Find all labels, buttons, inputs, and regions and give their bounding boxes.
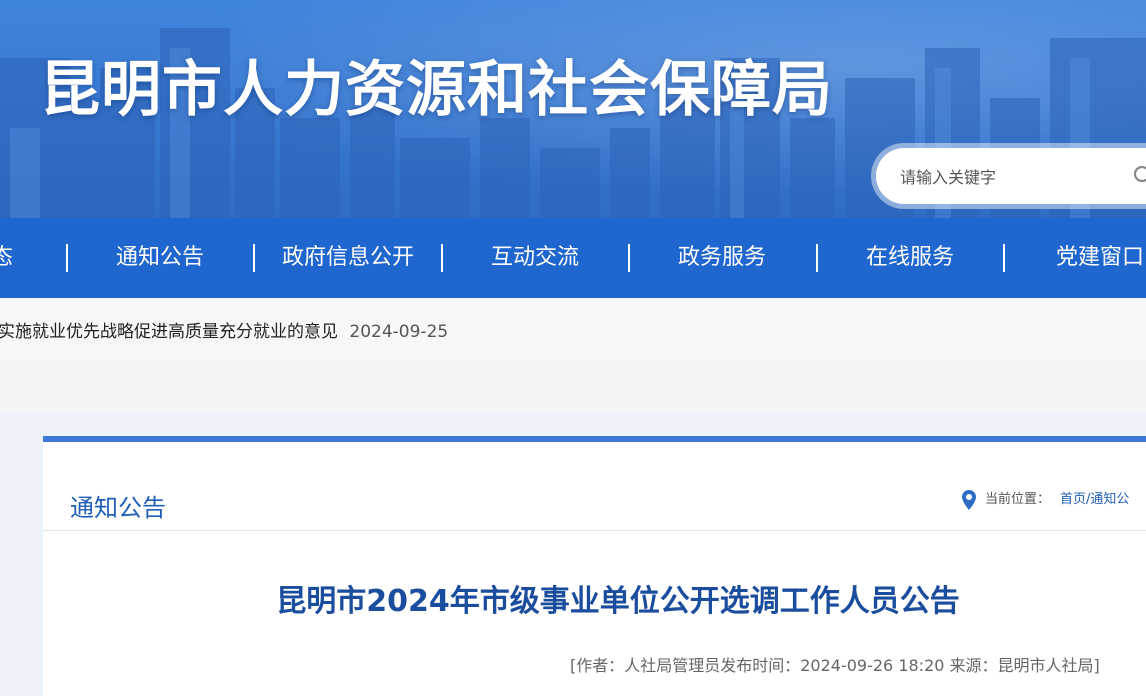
nav-divider (628, 244, 630, 272)
ticker-date: 2024-09-25 (349, 322, 449, 342)
panel-header: 通知公告 当前位置： 首页/通知公 (43, 442, 1146, 531)
nav-item-gov-services[interactable]: 政务服务 (662, 218, 782, 298)
ticker-headline[interactable]: 实施就业优先战略促进高质量充分就业的意见 (0, 322, 338, 342)
breadcrumb: 当前位置： 首页/通知公 (961, 488, 1129, 511)
main-nav: 态 通知公告 政府信息公开 互动交流 政务服务 在线服务 党建窗口 (0, 218, 1146, 298)
nav-divider (816, 244, 818, 272)
nav-item-partial[interactable]: 态 (0, 218, 22, 298)
nav-divider (253, 244, 255, 272)
content-panel: 通知公告 当前位置： 首页/通知公 昆明市2024年市级事业单位公开选调工作人员公… (43, 436, 1146, 696)
search-icon[interactable] (1132, 164, 1146, 188)
search-box (876, 148, 1146, 204)
nav-item-gov-info[interactable]: 政府信息公开 (268, 218, 428, 298)
nav-item-notices[interactable]: 通知公告 (100, 218, 220, 298)
nav-divider (66, 244, 68, 272)
location-pin-icon (962, 489, 976, 510)
ticker-strip (0, 360, 1146, 412)
news-ticker: 实施就业优先战略促进高质量充分就业的意见 2024-09-25 (0, 298, 1146, 360)
search-input[interactable] (898, 164, 1122, 190)
header-banner: 昆明市人力资源和社会保障局 (0, 0, 1146, 218)
nav-item-online-services[interactable]: 在线服务 (850, 218, 970, 298)
ticker-item[interactable]: 实施就业优先战略促进高质量充分就业的意见 2024-09-25 (0, 317, 448, 342)
article-title: 昆明市2024年市级事业单位公开选调工作人员公告 (276, 584, 960, 619)
site-title: 昆明市人力资源和社会保障局 (40, 55, 833, 125)
nav-item-party-window[interactable]: 党建窗口 (1040, 218, 1146, 298)
nav-item-interaction[interactable]: 互动交流 (475, 218, 595, 298)
section-title: 通知公告 (70, 494, 166, 522)
article-meta: [作者：人社局管理员发布时间：2024-09-26 18:20 来源：昆明市人社… (570, 656, 1100, 675)
breadcrumb-label: 当前位置： (985, 492, 1051, 507)
nav-divider (441, 244, 443, 272)
breadcrumb-path[interactable]: 首页/通知公 (1060, 492, 1129, 507)
nav-divider (1003, 244, 1005, 272)
